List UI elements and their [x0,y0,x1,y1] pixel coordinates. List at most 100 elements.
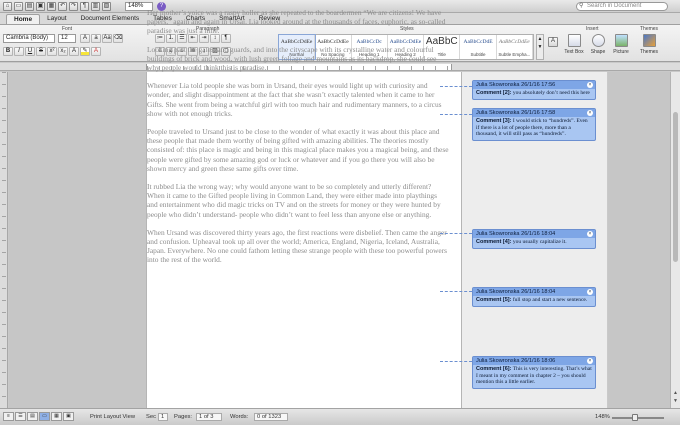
comment-label: Comment [4]: [476,239,512,245]
scroll-up-icon[interactable]: ▲ [672,390,679,396]
paragraph[interactable]: People traveled to Ursand just to be clo… [147,127,449,173]
vertical-ruler[interactable] [0,72,8,408]
paragraph[interactable]: When Ursand was discovered thirty years … [147,228,449,265]
subscript-icon[interactable]: x₂ [58,47,68,56]
change-case-icon[interactable]: Aa [102,34,112,43]
underline-icon[interactable]: U [25,47,35,56]
close-icon[interactable]: × [587,358,593,364]
comment-author: Julia Skowronska 26/1/16 18:04 [476,289,556,295]
comment-connector [440,233,472,234]
close-icon[interactable]: × [587,289,593,295]
highlight-icon[interactable]: ✎ [80,47,90,56]
close-icon[interactable]: × [587,231,593,237]
strikethrough-icon[interactable]: S [36,47,46,56]
zoom-percent: 148% [595,414,610,420]
view-name: Print Layout View [90,414,136,420]
shape-icon [591,34,605,47]
themes-label: Themes [639,49,659,55]
notebook-view-icon[interactable]: ▦ [51,412,62,421]
comment-connector [440,86,472,87]
paragraph[interactable]: It rubbed Lia the wrong way; why would a… [147,182,449,219]
shape-label: Shape [590,49,606,55]
tab-document-elements[interactable]: Document Elements [74,14,147,24]
close-icon[interactable]: × [587,82,593,88]
scrollbar-thumb[interactable] [673,112,678,262]
comment-balloon-2[interactable]: Julia Skowronska 26/1/16 17:56 × Comment … [472,80,596,100]
superscript-icon[interactable]: x² [47,47,57,56]
comment-text[interactable]: you absolutely don’t need this here [513,90,590,96]
words-label: Words: [230,414,249,420]
comment-label: Comment [2]: [476,90,512,96]
group-label-themes: Themes [640,26,659,32]
comment-author: Julia Skowronska 26/1/16 18:06 [476,358,556,364]
open-folder-icon[interactable]: ▤ [25,1,34,11]
zoom-slider[interactable] [612,414,664,421]
grow-font-icon[interactable]: A [80,34,90,43]
close-icon[interactable]: × [587,110,593,116]
comment-connector [440,291,472,292]
pages-value: 1 of 3 [196,413,222,421]
comment-connector [440,361,472,362]
pages-label: Pages: [174,414,193,420]
tab-home[interactable]: Home [6,14,41,24]
redo-icon[interactable]: ↷ [69,1,78,11]
italic-icon[interactable]: I [14,47,24,56]
font-size-select[interactable]: 12 [58,34,76,43]
clear-format-icon[interactable]: ⌫ [113,34,123,43]
document-body[interactable]: Her mother’s voice was a raspy holler as… [147,8,449,274]
comment-author: Julia Skowronska 26/1/16 18:04 [476,231,556,237]
styles-pane-icon[interactable]: A [548,37,558,47]
gallery-icon[interactable]: ▧ [102,1,111,11]
shrink-font-icon[interactable]: a [91,34,101,43]
picture-icon [614,34,628,47]
style-sample: AaBbCcDdEe [498,39,530,45]
home-icon[interactable]: ⌂ [3,1,12,11]
comment-author: Julia Skowronska 26/1/16 17:56 [476,82,556,88]
search-input[interactable]: ⚲ Search in Document [576,2,668,11]
paragraph[interactable]: Her mother’s voice was a raspy holler as… [147,8,449,36]
comment-text[interactable]: you usually capitalize it. [513,239,567,245]
comment-label: Comment [5]: [476,297,512,303]
picture-button[interactable]: Picture [610,34,632,61]
sidebar-icon[interactable]: ▥ [91,1,100,11]
ruler-ticks [2,72,6,408]
comment-balloon-3[interactable]: Julia Skowronska 26/1/16 17:58 × Comment … [472,108,596,141]
new-document-icon[interactable]: ▭ [14,1,23,11]
paragraph[interactable]: Whenever Lia told people she was born in… [147,81,449,118]
vertical-scrollbar[interactable]: ▲ ▼ [670,72,680,408]
focus-view-icon[interactable]: ▣ [63,412,74,421]
paragraph[interactable]: Looking past the gates, and guards, and … [147,45,449,73]
text-effects-icon[interactable]: A [69,47,79,56]
picture-label: Picture [613,49,629,55]
text-box-button[interactable]: Text Box [563,34,585,61]
font-name-select[interactable]: Cambria (Body) [3,34,55,43]
style-name: Subtle Empha... [498,52,531,57]
style-subtitle[interactable]: AaBbCcDdE Subtitle [460,35,497,59]
search-placeholder: Search in Document [587,3,642,9]
comment-text[interactable]: full stop and start a new sentence. [513,297,587,303]
print-icon[interactable]: ▦ [47,1,56,11]
scroll-down-icon[interactable]: ▼ [672,398,679,404]
comment-balloon-5[interactable]: Julia Skowronska 26/1/16 18:04 × Comment … [472,287,596,307]
pilcrow-icon[interactable]: ¶ [80,1,89,11]
draft-view-icon[interactable]: ≡ [3,412,14,421]
font-color-icon[interactable]: A [91,47,101,56]
print-layout-view-icon[interactable]: ▭ [39,412,50,421]
zoom-slider-knob[interactable] [632,414,638,421]
bold-icon[interactable]: B [3,47,13,56]
group-label-font: Font [62,26,73,32]
publishing-view-icon[interactable]: ▤ [27,412,38,421]
shape-button[interactable]: Shape [587,34,609,61]
style-subtle-emphasis[interactable]: AaBbCcDdEe Subtle Empha... [497,35,533,59]
undo-icon[interactable]: ↶ [58,1,67,11]
save-icon[interactable]: ▣ [36,1,45,11]
search-icon: ⚲ [579,3,584,9]
themes-button[interactable]: Themes [638,34,660,61]
comment-balloon-4[interactable]: Julia Skowronska 26/1/16 18:04 × Comment … [472,229,596,249]
tab-layout[interactable]: Layout [40,14,74,24]
outline-view-icon[interactable]: ☰ [15,412,26,421]
section-label: Sec [146,414,156,420]
styles-scroll-arrows[interactable]: ▲ ▼ [536,34,544,60]
comment-balloon-6[interactable]: Julia Skowronska 26/1/16 18:06 × Comment … [472,356,596,389]
comment-label: Comment [6]: [476,366,512,372]
